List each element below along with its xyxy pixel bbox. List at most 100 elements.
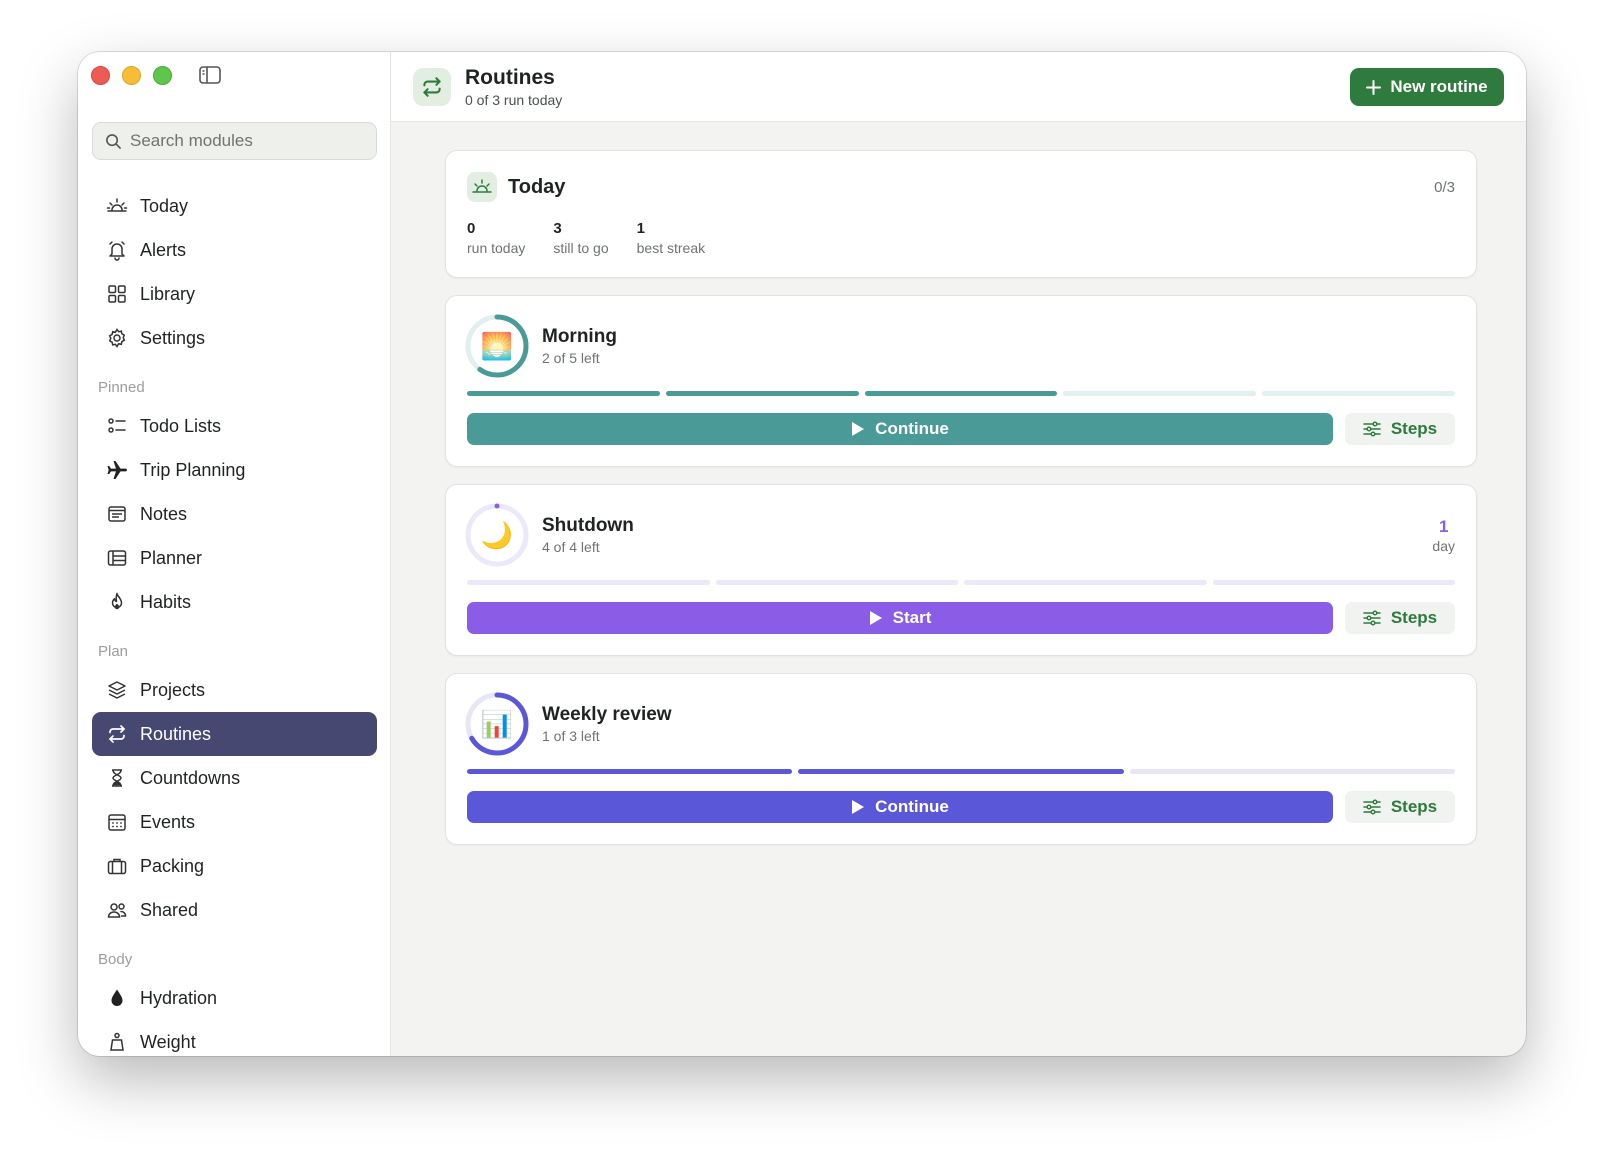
routine-steps-button[interactable]: Steps [1345,413,1455,445]
streak-value: 1 [1438,517,1449,536]
sidebar-item-label: Trip Planning [140,459,246,480]
sidebar-item-label: Weight [140,1031,196,1052]
plus-icon [1366,79,1382,95]
sunrise-icon [106,198,128,212]
search-input[interactable] [130,131,370,151]
grid-icon [108,285,126,303]
sidebar-item-trip-planning[interactable]: Trip Planning [92,448,377,492]
sidebar-item-today[interactable]: Today [92,184,377,228]
routine-steps-label: Steps [1390,608,1438,627]
header-text: Routines 0 of 3 run today [465,65,562,109]
step-segment [467,769,793,774]
sidebar-item-label: Todo Lists [140,415,222,436]
people-icon [107,903,127,918]
routine-steps-button[interactable]: Steps [1345,602,1455,634]
page-subtitle: 0 of 3 run today [465,91,563,108]
stat-best-streak: 1 best streak [637,219,705,257]
sidebar-item-library[interactable]: Library [92,272,377,316]
minimize-window-button[interactable] [122,66,141,85]
sidebar-item-notes[interactable]: Notes [92,492,377,536]
sidebar-item-weight[interactable]: Weight [92,1020,377,1056]
sidebar-item-label: Alerts [140,239,187,260]
sidebar-item-label: Planner [140,547,203,568]
repeat-icon [423,76,441,97]
step-segment [467,391,660,396]
calendar-icon [108,814,126,831]
routine-continue-button[interactable]: Continue [467,413,1333,445]
sidebar-item-label: Shared [140,899,199,920]
sidebar-item-label: Packing [140,855,205,876]
today-summary-card: Today 0/3 0 run today 3 still to go 1 be… [445,150,1477,278]
routine-name: Weekly review [542,704,672,725]
checklist-icon [108,418,126,433]
stat-value: 1 [636,220,645,237]
sidebar-item-packing[interactable]: Packing [92,844,377,888]
hourglass-icon [112,769,122,787]
routine-progress-ring: 🌙 [464,502,530,568]
step-segment [964,580,1207,585]
routine-action-label: Continue [875,797,949,816]
sidebar-item-events[interactable]: Events [92,800,377,844]
sidebar-item-label: Habits [140,591,192,612]
step-segment [665,391,859,396]
sidebar-item-alerts[interactable]: Alerts [92,228,377,272]
note-icon [108,506,126,522]
sidebar-item-countdowns[interactable]: Countdowns [92,756,377,800]
sidebar-toggle-icon[interactable] [199,66,221,84]
section-label-body: Body [98,951,133,968]
close-window-button[interactable] [91,66,110,85]
step-segment [1212,580,1455,585]
routine-card-morning: 🌅 Morning 2 of 5 left Continue Steps [445,295,1477,467]
step-segment [715,580,958,585]
layers-icon [108,681,126,699]
stat-value: 0 [467,220,476,237]
sidebar-item-projects[interactable]: Projects [92,668,377,712]
sidebar-item-label: Settings [140,327,206,348]
routine-card-shutdown: 🌙 Shutdown 4 of 4 left 1 day Start Steps [445,484,1477,656]
routine-step-segments [467,580,1455,585]
repeat-icon [109,725,125,743]
sidebar-item-todo-lists[interactable]: Todo Lists [92,404,377,448]
routine-card-weekly-review: 📊 Weekly review 1 of 3 left Continue Ste… [445,673,1477,845]
sidebar-item-routines[interactable]: Routines [92,712,377,756]
flame-icon [111,592,123,610]
streak-label: day [1432,538,1455,554]
sidebar-item-hydration[interactable]: Hydration [92,976,377,1020]
play-icon [852,422,865,436]
step-segment [467,580,710,585]
routine-progress-ring: 📊 [464,691,530,757]
sidebar-item-planner[interactable]: Planner [92,536,377,580]
search-box [92,122,377,160]
stat-label: run today [467,240,526,256]
play-icon [852,800,865,814]
app-window: Today Alerts Library Settings Pin [78,52,1526,1056]
sliders-icon [1363,799,1381,815]
sidebar-item-shared[interactable]: Shared [92,888,377,932]
today-card-header: Today [467,172,565,202]
routine-steps-button[interactable]: Steps [1345,791,1455,823]
page-header: Routines 0 of 3 run today New routine [391,52,1526,122]
today-count: 0/3 [1434,179,1455,196]
stat-label: still to go [553,240,609,256]
sidebar: Today Alerts Library Settings Pin [78,52,391,1056]
new-routine-button[interactable]: New routine [1350,68,1504,106]
sidebar-item-settings[interactable]: Settings [92,316,377,360]
routine-continue-button[interactable]: Continue [467,791,1333,823]
today-title: Today [508,175,566,198]
zoom-window-button[interactable] [153,66,172,85]
suitcase-icon [107,858,127,875]
sidebar-item-habits[interactable]: Habits [92,580,377,624]
section-label-plan: Plan [98,643,129,660]
stat-label: best streak [636,240,706,256]
planner-icon [107,550,127,566]
routine-steps-left: 1 of 3 left [542,728,600,744]
sliders-icon [1363,421,1381,437]
routine-start-button[interactable]: Start [467,602,1333,634]
sidebar-item-label: Events [140,811,196,832]
stat-value: 3 [553,220,562,237]
sidebar-item-label: Today [140,195,189,216]
step-segment [1262,391,1455,396]
step-segment [798,769,1124,774]
section-label-pinned: Pinned [98,379,145,396]
stat-still-to-go: 3 still to go [553,219,608,257]
